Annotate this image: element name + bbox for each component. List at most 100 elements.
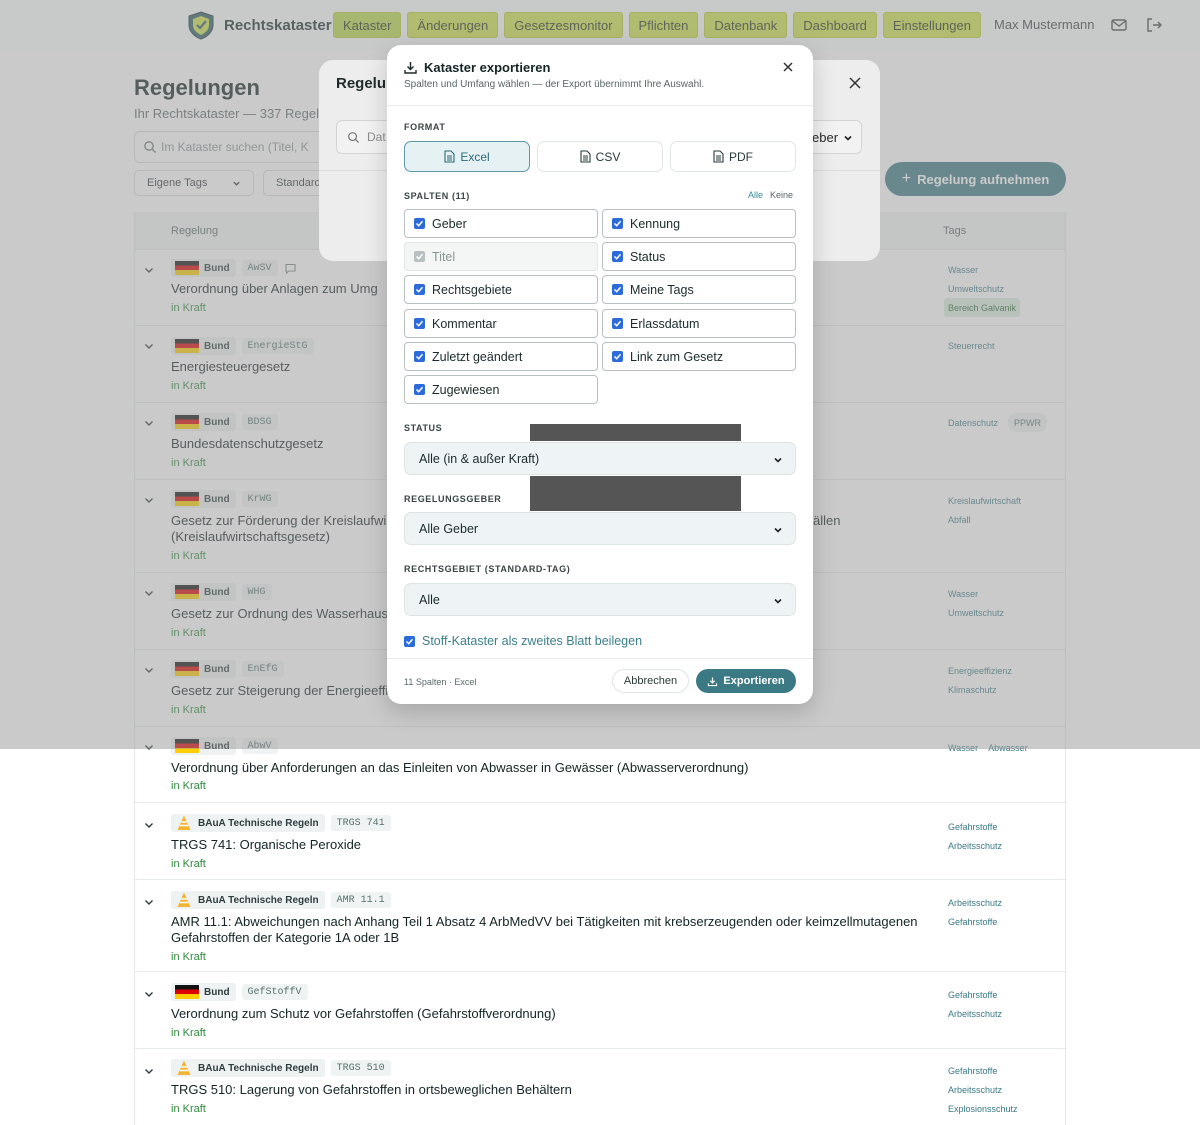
export-button[interactable]: Exportieren [696, 669, 796, 693]
background-select-value: eber [812, 129, 839, 145]
column-geber-checkbox[interactable]: Geber [404, 209, 598, 238]
tag[interactable]: Gefahrstoffe [948, 985, 1058, 1004]
stoff-kataster-label: Stoff-Kataster als zweites Blatt beilege… [422, 634, 643, 648]
format-label: FORMAT [404, 122, 446, 132]
row-title-line2[interactable]: Gefahrstoffen der Kategorie 1A oder 1B [171, 930, 931, 946]
tag[interactable]: Gefahrstoffe [948, 817, 1058, 836]
select-none-link[interactable]: Keine [770, 190, 793, 200]
format-pdf-button[interactable]: PDF [670, 141, 796, 172]
chevron-down-icon[interactable] [143, 896, 155, 908]
tag[interactable]: Explosionsschutz [948, 1099, 1058, 1118]
close-icon[interactable] [781, 60, 795, 74]
row-title[interactable]: Verordnung über Anforderungen an das Ein… [171, 760, 931, 776]
chevron-down-icon [774, 598, 782, 604]
format-excel-label: Excel [460, 149, 490, 164]
file-icon [580, 150, 591, 163]
row-meta: BAuA Technische Regeln AMR 11.1 [171, 891, 391, 909]
row-title[interactable]: Verordnung zum Schutz vor Gefahrstoffen … [171, 1006, 931, 1022]
close-icon[interactable] [848, 76, 862, 90]
select-all-link[interactable]: Alle [748, 190, 763, 200]
download-icon [404, 62, 417, 74]
format-excel-button[interactable]: Excel [404, 141, 530, 172]
column-kommentar-checkbox[interactable]: Kommentar [404, 309, 598, 338]
tag[interactable]: Gefahrstoffe [948, 912, 1058, 931]
checkbox-checked-icon [612, 251, 623, 262]
table-row[interactable]: Bund GefStoffV Verordnung zum Schutz vor… [135, 972, 1065, 1049]
checkbox-checked-icon [612, 284, 623, 295]
checkbox-checked-icon [612, 351, 623, 362]
checkbox-checked-icon [414, 384, 425, 395]
warning-cone-icon [177, 892, 191, 907]
background-modal-title: Regelur [336, 75, 392, 92]
redaction-block [530, 476, 741, 511]
column-rechtsgebiete-checkbox[interactable]: Rechtsgebiete [404, 275, 598, 304]
tag[interactable]: Arbeitsschutz [948, 836, 1058, 855]
giver-label: BAuA Technische Regeln [198, 1062, 319, 1074]
tag[interactable]: Arbeitsschutz [948, 1004, 1058, 1023]
row-title[interactable]: TRGS 741: Organische Peroxide [171, 837, 931, 853]
row-tags: Gefahrstoffe Arbeitsschutz [948, 817, 1058, 855]
checkbox-checked-icon [414, 251, 425, 262]
format-pdf-label: PDF [729, 149, 753, 164]
giver-badge: BAuA Technische Regeln [171, 814, 325, 832]
row-meta: Bund GefStoffV [171, 983, 308, 1001]
giver-label: Bund [204, 986, 230, 998]
tag[interactable]: Arbeitsschutz [948, 893, 1058, 912]
checkbox-checked-icon [612, 318, 623, 329]
column-label: Rechtsgebiete [432, 282, 512, 297]
chevron-down-icon[interactable] [143, 819, 155, 831]
column-label: Zuletzt geändert [432, 349, 523, 364]
column-label: Erlassdatum [630, 316, 700, 331]
warning-cone-icon [177, 815, 191, 830]
tag[interactable]: Gefahrstoffe [948, 1061, 1058, 1080]
column-meine-tags-checkbox[interactable]: Meine Tags [602, 275, 796, 304]
export-button-label: Exportieren [723, 675, 785, 687]
file-icon [444, 150, 455, 163]
table-row[interactable]: BAuA Technische Regeln TRGS 510 TRGS 510… [135, 1049, 1065, 1125]
row-status: in Kraft [171, 1103, 206, 1115]
code-badge: GefStoffV [241, 984, 308, 1000]
export-summary: 11 Spalten · Excel [404, 677, 477, 687]
column-label: Kommentar [432, 316, 497, 331]
checkbox-checked-icon [612, 218, 623, 229]
warning-cone-icon [177, 1060, 191, 1075]
column-zuletzt-geaendert-checkbox[interactable]: Zuletzt geändert [404, 342, 598, 371]
table-row[interactable]: BAuA Technische Regeln AMR 11.1 AMR 11.1… [135, 880, 1065, 972]
cancel-button[interactable]: Abbrechen [612, 669, 689, 693]
row-tags: Gefahrstoffe Arbeitsschutz [948, 985, 1058, 1023]
row-status: in Kraft [171, 951, 206, 963]
column-kennung-checkbox[interactable]: Kennung [602, 209, 796, 238]
background-select[interactable]: eber [812, 120, 862, 154]
format-csv-button[interactable]: CSV [537, 141, 663, 172]
row-status: in Kraft [171, 858, 206, 870]
regelungsgeber-select-value: Alle Geber [419, 521, 479, 536]
column-link-zum-gesetz-checkbox[interactable]: Link zum Gesetz [602, 342, 796, 371]
row-title[interactable]: TRGS 510: Lagerung von Gefahrstoffen in … [171, 1082, 931, 1098]
column-erlassdatum-checkbox[interactable]: Erlassdatum [602, 309, 796, 338]
search-icon [348, 132, 360, 144]
status-select-value: Alle (in & außer Kraft) [419, 451, 540, 466]
chevron-down-icon [844, 135, 852, 141]
tag[interactable]: Arbeitsschutz [948, 1080, 1058, 1099]
column-zugewiesen-checkbox[interactable]: Zugewiesen [404, 375, 598, 404]
chevron-down-icon[interactable] [143, 1065, 155, 1077]
row-meta: BAuA Technische Regeln TRGS 510 [171, 1059, 391, 1077]
select-all-none: Alle Keine [748, 190, 793, 200]
rechtsgebiet-select-value: Alle [419, 592, 440, 607]
chevron-down-icon[interactable] [143, 988, 155, 1000]
rechtsgebiet-select[interactable]: Alle [404, 583, 796, 616]
row-status: in Kraft [171, 1027, 206, 1039]
row-title[interactable]: AMR 11.1: Abweichungen nach Anhang Teil … [171, 914, 931, 930]
column-label: Titel [432, 249, 456, 264]
column-status-checkbox[interactable]: Status [602, 242, 796, 271]
stoff-kataster-checkbox[interactable]: Stoff-Kataster als zweites Blatt beilege… [404, 634, 642, 648]
column-label: Status [630, 249, 666, 264]
status-select[interactable]: Alle (in & außer Kraft) [404, 442, 796, 475]
checkbox-checked-icon [414, 218, 425, 229]
table-row[interactable]: BAuA Technische Regeln TRGS 741 TRGS 741… [135, 803, 1065, 880]
regelungsgeber-label: REGELUNGSGEBER [404, 494, 502, 504]
export-modal-subtitle: Spalten und Umfang wählen — der Export ü… [404, 79, 705, 90]
germany-flag-icon [175, 985, 199, 999]
regelungsgeber-select[interactable]: Alle Geber [404, 512, 796, 545]
checkbox-checked-icon [414, 318, 425, 329]
